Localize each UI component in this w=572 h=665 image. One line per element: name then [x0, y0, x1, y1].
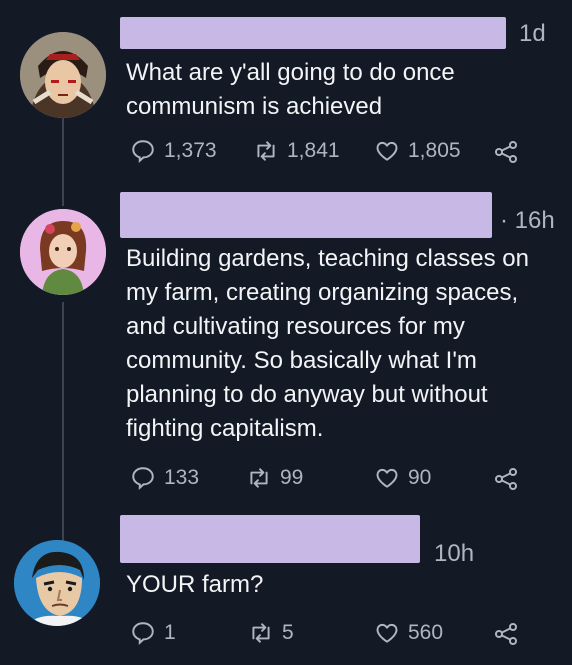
- avatar[interactable]: [20, 32, 106, 118]
- avatar[interactable]: [14, 540, 100, 626]
- like-button[interactable]: 1,805: [374, 138, 461, 164]
- avatar-image: [20, 32, 106, 118]
- reply-icon: [132, 140, 154, 163]
- thread-line: [62, 118, 64, 206]
- retweet-button[interactable]: 1,841: [253, 138, 340, 164]
- redacted-username: [120, 515, 420, 563]
- reply-count: 133: [164, 466, 200, 489]
- share-icon: [494, 622, 518, 646]
- heart-icon: [376, 623, 398, 643]
- tweet-actions: 1,373 1,841 1,805: [130, 138, 532, 168]
- reply-count: 1,373: [164, 139, 217, 162]
- share-button[interactable]: [492, 138, 520, 166]
- tweet-timestamp[interactable]: 1d: [519, 20, 546, 48]
- tweet-text: YOUR farm?: [126, 571, 264, 598]
- retweet-icon: [252, 623, 270, 643]
- like-button[interactable]: 560: [374, 620, 443, 646]
- share-icon: [494, 140, 518, 164]
- reply-count: 1: [164, 621, 176, 644]
- share-button[interactable]: [492, 620, 520, 648]
- reply-button[interactable]: 1: [130, 620, 176, 646]
- retweet-icon: [250, 468, 268, 488]
- avatar-image: [20, 209, 106, 295]
- share-icon: [494, 467, 518, 491]
- redacted-username: [120, 192, 492, 238]
- reply-icon: [132, 467, 154, 490]
- tweet-actions: 133 99 90: [130, 465, 532, 495]
- share-button[interactable]: [492, 465, 520, 493]
- reply-button[interactable]: 133: [130, 465, 199, 491]
- like-count: 1,805: [408, 139, 461, 162]
- reply-icon: [132, 622, 154, 645]
- retweet-count: 1,841: [287, 139, 340, 162]
- like-button[interactable]: 90: [374, 465, 431, 491]
- thread-line: [62, 302, 64, 542]
- heart-icon: [376, 141, 398, 161]
- tweet-actions: 1 5 560: [130, 620, 532, 650]
- tweet-text: Building gardens, teaching classes on my…: [126, 245, 529, 442]
- reply-button[interactable]: 1,373: [130, 138, 217, 164]
- like-count: 90: [408, 466, 432, 489]
- redacted-username: [120, 17, 506, 49]
- heart-icon: [376, 468, 398, 488]
- avatar[interactable]: [20, 209, 106, 295]
- retweet-count: 99: [280, 466, 304, 489]
- avatar-image: [14, 540, 100, 626]
- like-count: 560: [408, 621, 444, 644]
- retweet-icon: [257, 141, 275, 161]
- retweet-count: 5: [282, 621, 294, 644]
- tweet-text: What are y'all going to do once communis…: [126, 59, 455, 120]
- retweet-button[interactable]: 5: [248, 620, 294, 646]
- retweet-button[interactable]: 99: [246, 465, 303, 491]
- tweet-timestamp[interactable]: · 16h: [500, 207, 555, 235]
- tweet-timestamp[interactable]: 10h: [434, 540, 474, 568]
